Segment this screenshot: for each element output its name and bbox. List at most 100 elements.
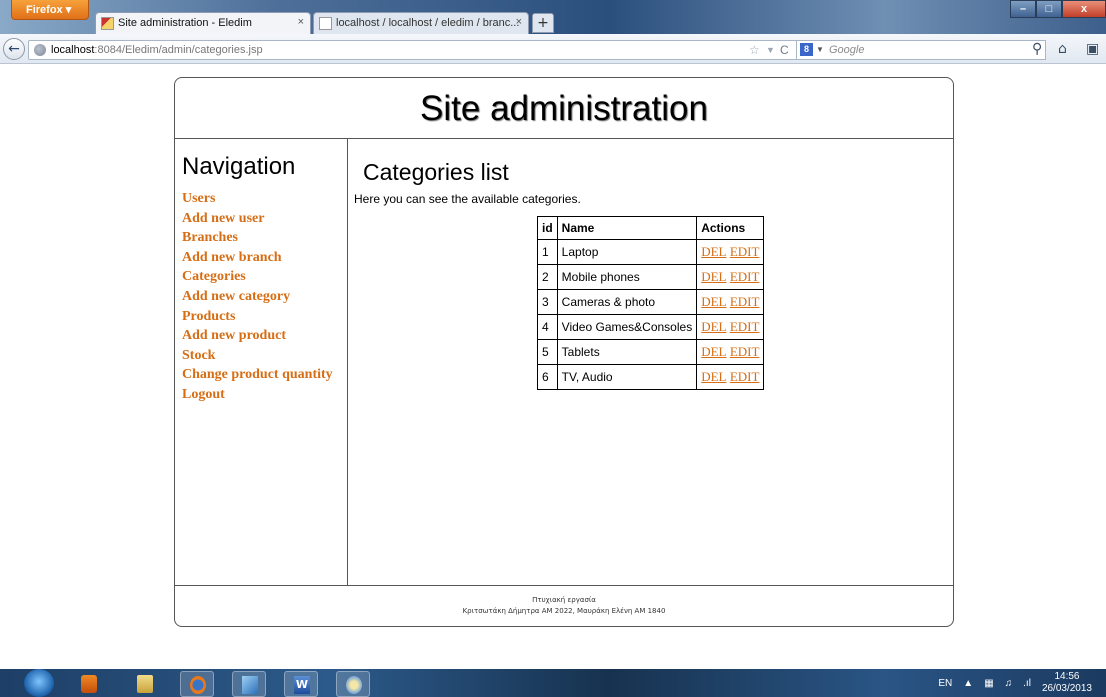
row-actions: DEL EDIT: [696, 239, 764, 265]
browser-titlebar: Firefox ▾ Site administration - Eledim ×…: [0, 0, 1106, 34]
nav-link-stock[interactable]: Stock: [182, 346, 347, 366]
start-button[interactable]: [24, 669, 54, 697]
url-host: localhost: [51, 44, 95, 56]
column-header-actions: Actions: [696, 216, 764, 240]
tab-phpmyadmin[interactable]: localhost / localhost / eledim / branc..…: [313, 12, 529, 34]
row-id: 1: [537, 239, 558, 265]
search-placeholder: Google: [829, 44, 865, 56]
categories-title: Categories list: [363, 159, 509, 185]
row-name: TV, Audio: [557, 364, 698, 390]
nav-link-change-product-quantity[interactable]: Change product quantity: [182, 365, 347, 385]
taskbar-word[interactable]: W: [284, 671, 318, 697]
table-row: 6 TV, Audio DEL EDIT: [537, 364, 764, 390]
row-actions: DEL EDIT: [696, 264, 764, 290]
taskbar-paint[interactable]: [336, 671, 370, 697]
site-identity-icon[interactable]: [34, 44, 46, 56]
address-bar[interactable]: localhost:8084/Eledim/admin/categories.j…: [28, 40, 868, 60]
bookmark-star-icon[interactable]: ☆: [749, 41, 760, 59]
search-engine-dropdown-icon[interactable]: ▼: [816, 41, 824, 59]
nav-link-add-new-product[interactable]: Add new product: [182, 326, 347, 346]
table-row: 4 Video Games&Consoles DEL EDIT: [537, 314, 764, 340]
edit-link[interactable]: EDIT: [730, 344, 760, 359]
delete-link[interactable]: DEL: [701, 244, 726, 259]
row-actions: DEL EDIT: [696, 314, 764, 340]
edit-link[interactable]: EDIT: [730, 244, 760, 259]
column-header-name: Name: [557, 216, 698, 240]
row-name: Video Games&Consoles: [557, 314, 698, 340]
footer-line-1: Πτυχιακή εργασία: [532, 596, 596, 604]
edit-link[interactable]: EDIT: [730, 269, 760, 284]
nav-link-add-new-category[interactable]: Add new category: [182, 287, 347, 307]
signal-icon[interactable]: .ıl: [1023, 678, 1031, 689]
clock-date: 26/03/2013: [1041, 683, 1092, 694]
search-input[interactable]: 8 ▼ Google: [796, 40, 1046, 60]
firefox-menu-button[interactable]: Firefox ▾: [11, 0, 89, 20]
virtualbox-icon: [242, 676, 258, 694]
history-dropdown-icon[interactable]: ▼: [766, 41, 775, 59]
delete-link[interactable]: DEL: [701, 319, 726, 334]
categories-table: id Name Actions 1 Laptop DEL EDIT 2 Mobi…: [537, 216, 765, 390]
edit-link[interactable]: EDIT: [730, 319, 760, 334]
delete-link[interactable]: DEL: [701, 344, 726, 359]
main-content: Categories list Here you can see the ava…: [349, 139, 953, 585]
edit-link[interactable]: EDIT: [730, 369, 760, 384]
row-name: Tablets: [557, 339, 698, 365]
row-id: 3: [537, 289, 558, 315]
nav-link-add-new-branch[interactable]: Add new branch: [182, 248, 347, 268]
browser-navbar: ← localhost:8084/Eledim/admin/categories…: [0, 34, 1106, 64]
taskbar-firefox[interactable]: [180, 671, 214, 697]
tab-close-icon[interactable]: ×: [298, 16, 304, 28]
show-hidden-icons-icon[interactable]: ▲: [963, 678, 973, 689]
footer-line-2: Κριτσωτάκη Δήμητρα ΑΜ 2022, Μαυράκη Ελέν…: [462, 607, 666, 615]
delete-link[interactable]: DEL: [701, 294, 726, 309]
nav-link-products[interactable]: Products: [182, 307, 347, 327]
page-container: Site administration Navigation Users Add…: [174, 77, 954, 627]
search-engine-icon[interactable]: 8: [800, 43, 813, 56]
tab-site-administration[interactable]: Site administration - Eledim ×: [95, 12, 311, 34]
reload-icon[interactable]: C: [780, 41, 789, 59]
taskbar-explorer[interactable]: [128, 671, 162, 697]
delete-link[interactable]: DEL: [701, 369, 726, 384]
tab-close-icon[interactable]: ×: [516, 16, 522, 28]
minimize-button[interactable]: –: [1010, 0, 1036, 18]
nav-link-categories[interactable]: Categories: [182, 267, 347, 287]
home-icon[interactable]: ⌂: [1058, 41, 1067, 57]
window-controls: – □ x: [1010, 0, 1106, 20]
system-clock[interactable]: 14:56 26/03/2013: [1042, 671, 1092, 695]
new-tab-button[interactable]: +: [532, 13, 554, 33]
row-name: Mobile phones: [557, 264, 698, 290]
edit-link[interactable]: EDIT: [730, 294, 760, 309]
table-header-row: id Name Actions: [537, 216, 764, 240]
window-close-button[interactable]: x: [1062, 0, 1106, 18]
nav-link-branches[interactable]: Branches: [182, 228, 347, 248]
navigation-title: Navigation: [182, 153, 296, 180]
taskbar-media-player[interactable]: [72, 671, 106, 697]
tab-label: Site administration - Eledim: [118, 17, 252, 29]
paint-icon: [346, 676, 362, 694]
network-icon[interactable]: ▦: [984, 678, 993, 689]
volume-icon[interactable]: ♫: [1005, 678, 1013, 689]
taskbar-virtualbox[interactable]: [232, 671, 266, 697]
url-path: :8084/Eledim/admin/categories.jsp: [94, 44, 263, 56]
row-actions: DEL EDIT: [696, 339, 764, 365]
table-row: 1 Laptop DEL EDIT: [537, 239, 764, 265]
search-go-icon[interactable]: ⚲: [1032, 41, 1042, 57]
row-name: Laptop: [557, 239, 698, 265]
table-row: 2 Mobile phones DEL EDIT: [537, 264, 764, 290]
row-id: 6: [537, 364, 558, 390]
back-button[interactable]: ←: [3, 38, 25, 60]
table-row: 5 Tablets DEL EDIT: [537, 339, 764, 365]
language-indicator[interactable]: EN: [938, 678, 952, 689]
nav-link-users[interactable]: Users: [182, 189, 347, 209]
system-tray: EN ▲ ▦ ♫ .ıl 14:56 26/03/2013: [938, 669, 1092, 697]
maximize-button[interactable]: □: [1036, 0, 1062, 18]
folder-icon: [137, 675, 153, 693]
delete-link[interactable]: DEL: [701, 269, 726, 284]
nav-link-add-new-user[interactable]: Add new user: [182, 209, 347, 229]
page-footer: Πτυχιακή εργασία Κριτσωτάκη Δήμητρα ΑΜ 2…: [175, 585, 953, 626]
bookmarks-menu-icon[interactable]: ▣: [1086, 41, 1099, 57]
intro-text: Here you can see the available categorie…: [354, 192, 581, 206]
nav-link-logout[interactable]: Logout: [182, 385, 347, 405]
page-header: Site administration: [175, 78, 953, 139]
site-favicon-icon: [101, 17, 114, 30]
